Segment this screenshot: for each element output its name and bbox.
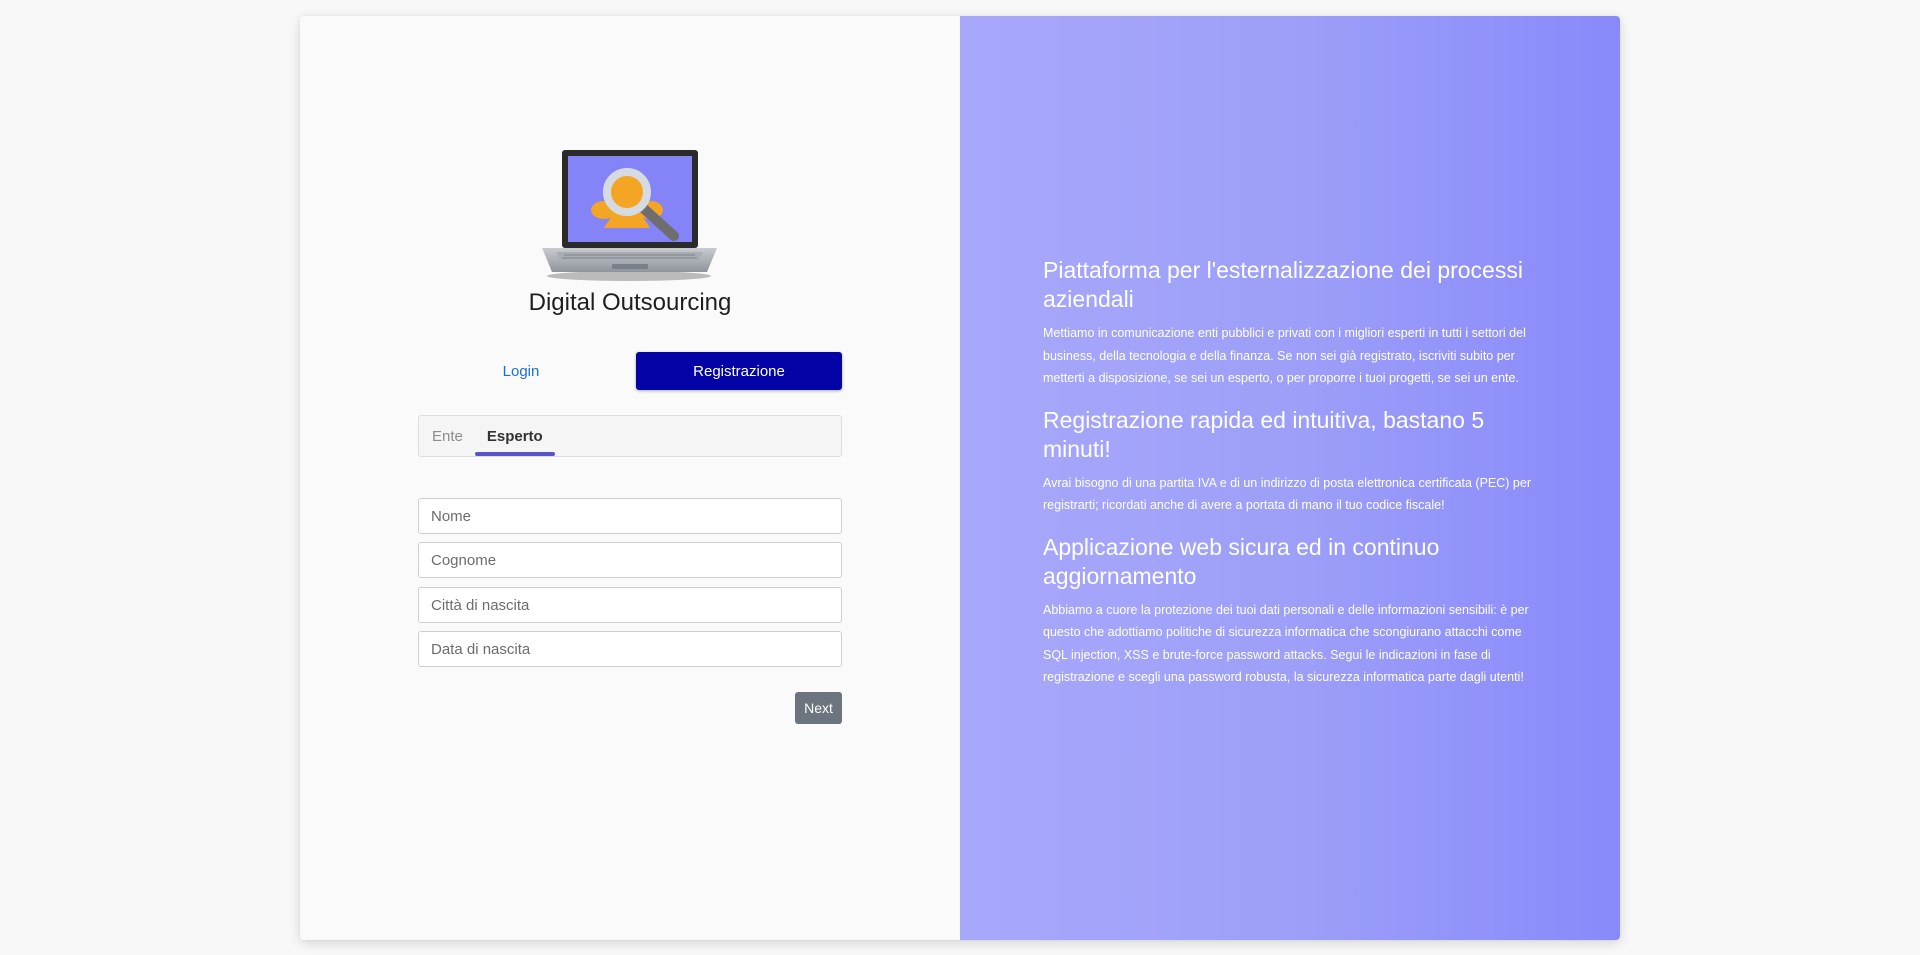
- tab-esperto[interactable]: Esperto: [474, 416, 555, 456]
- info-panel: Piattaforma per l'esternalizzazione dei …: [960, 16, 1620, 940]
- login-tab[interactable]: Login: [418, 352, 624, 390]
- info-text: Abbiamo a cuore la protezione dei tuoi d…: [1043, 602, 1529, 685]
- info-heading: Registrazione rapida ed intuitiva, basta…: [1043, 406, 1485, 462]
- tab-ente[interactable]: Ente: [419, 416, 475, 456]
- citta-nascita-input[interactable]: [418, 587, 842, 623]
- info-text: Avrai bisogno di una partita IVA e di un…: [1043, 475, 1531, 513]
- user-type-tabs: Ente Esperto: [418, 415, 842, 457]
- registration-panel: Digital Outsourcing Login Registrazione …: [300, 16, 960, 940]
- register-tab[interactable]: Registrazione: [636, 352, 842, 390]
- app-title: Digital Outsourcing: [528, 289, 732, 316]
- info-text: Mettiamo in comunicazione enti pubblici …: [1043, 326, 1526, 385]
- info-content: Piattaforma per l'esternalizzazione dei …: [1043, 256, 1535, 705]
- nome-input[interactable]: [418, 498, 842, 534]
- info-heading: Piattaforma per l'esternalizzazione dei …: [1043, 257, 1523, 312]
- cognome-input[interactable]: [418, 542, 842, 578]
- auth-tabs: Login Registrazione: [418, 352, 842, 390]
- info-heading: Applicazione web sicura ed in continuo a…: [1043, 533, 1440, 589]
- auth-card: Digital Outsourcing Login Registrazione …: [300, 16, 1620, 940]
- data-nascita-input[interactable]: [418, 631, 842, 667]
- next-button[interactable]: Next: [795, 692, 842, 724]
- laptop-magnifier-icon: [542, 150, 717, 281]
